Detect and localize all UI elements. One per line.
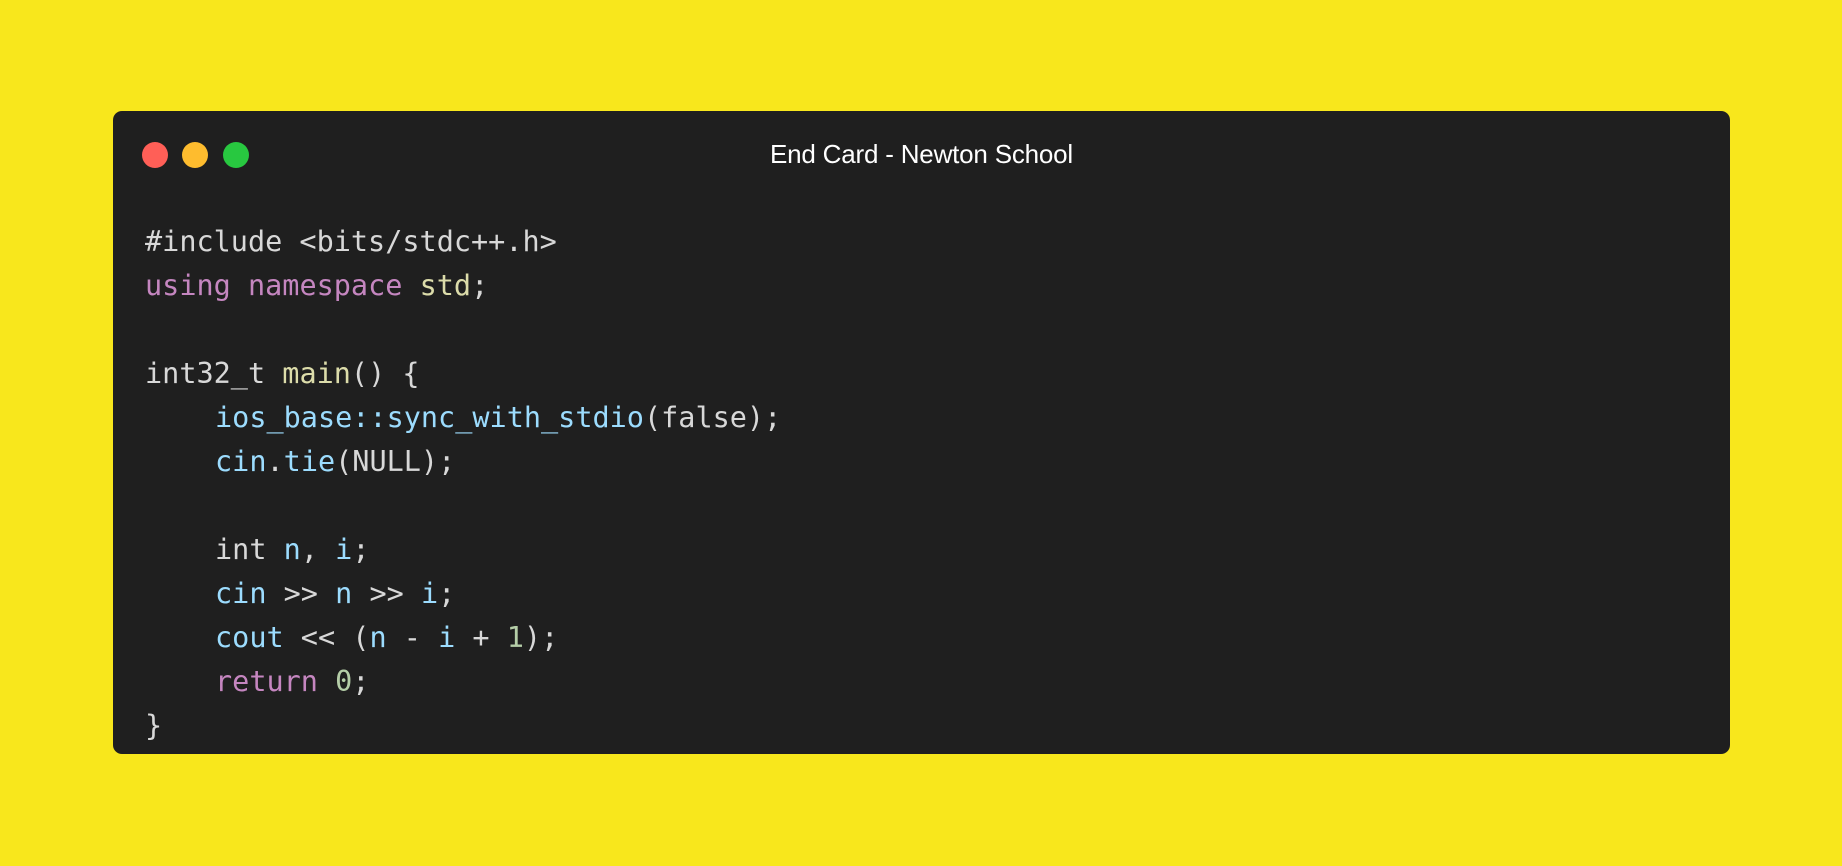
code-line: using namespace std;: [145, 264, 781, 308]
code-token-plain: (NULL);: [335, 445, 456, 478]
code-token-keyword: using: [145, 269, 231, 302]
code-token-plain: ,: [300, 533, 336, 566]
code-token-plain: .: [266, 445, 284, 478]
code-token-plain: ;: [352, 533, 370, 566]
code-token-plain: ;: [438, 577, 456, 610]
code-token-plain: >>: [266, 577, 336, 610]
window-titlebar: End Card - Newton School: [113, 111, 1730, 199]
code-token-identifier: n: [335, 577, 353, 610]
code-token-plain: ;: [352, 665, 370, 698]
code-token-identifier: i: [438, 621, 456, 654]
code-token-identifier: cout: [215, 621, 284, 654]
code-token-plain: ;: [471, 269, 489, 302]
code-token-plain: << (: [283, 621, 370, 654]
code-token-type-name: std: [419, 269, 472, 302]
window-title: End Card - Newton School: [769, 139, 1074, 169]
code-block: #include <bits/stdc++.h> using namespace …: [145, 220, 781, 748]
code-token-keyword: namespace: [247, 269, 403, 302]
code-token-plain: );: [523, 621, 559, 654]
code-token-plain: #include <bits/stdc++.h>: [145, 225, 557, 258]
code-token-identifier: i: [420, 577, 439, 610]
code-line: cin >> n >> i;: [145, 572, 781, 616]
code-line: #include <bits/stdc++.h>: [145, 220, 781, 264]
code-token-number: 0: [335, 665, 353, 698]
code-line: int n, i;: [145, 528, 781, 572]
code-token-identifier: n: [283, 533, 301, 566]
code-token-identifier: cin: [215, 577, 267, 610]
code-token-identifier: n: [369, 621, 387, 654]
code-token-number: 1: [506, 621, 524, 654]
code-window: End Card - Newton School #include <bits/…: [113, 111, 1730, 754]
code-token-plain: int32_t: [145, 357, 283, 390]
code-token-plain: () {: [350, 357, 420, 390]
code-line: }: [145, 704, 781, 748]
code-line: cin.tie(NULL);: [145, 440, 781, 484]
code-token-identifier: cin: [215, 445, 267, 478]
code-token-plain: }: [145, 709, 163, 742]
code-line: cout << (n - i + 1);: [145, 616, 781, 660]
code-line: int32_t main() {: [145, 352, 781, 396]
code-token-plain: +: [455, 621, 507, 654]
code-token-plain: >>: [352, 577, 421, 610]
code-token-identifier: tie: [283, 445, 336, 478]
code-line: return 0;: [145, 660, 781, 704]
code-token-identifier: ios_base::sync_with_stdio: [215, 401, 644, 434]
code-line: ios_base::sync_with_stdio(false);: [145, 396, 781, 440]
code-token-plain: int: [215, 533, 267, 566]
code-token-keyword: return: [215, 665, 318, 698]
code-token-plain: (false);: [643, 401, 782, 434]
code-token-type-name: main: [282, 357, 351, 390]
code-token-plain: -: [386, 621, 439, 654]
code-token-identifier: i: [335, 533, 353, 566]
